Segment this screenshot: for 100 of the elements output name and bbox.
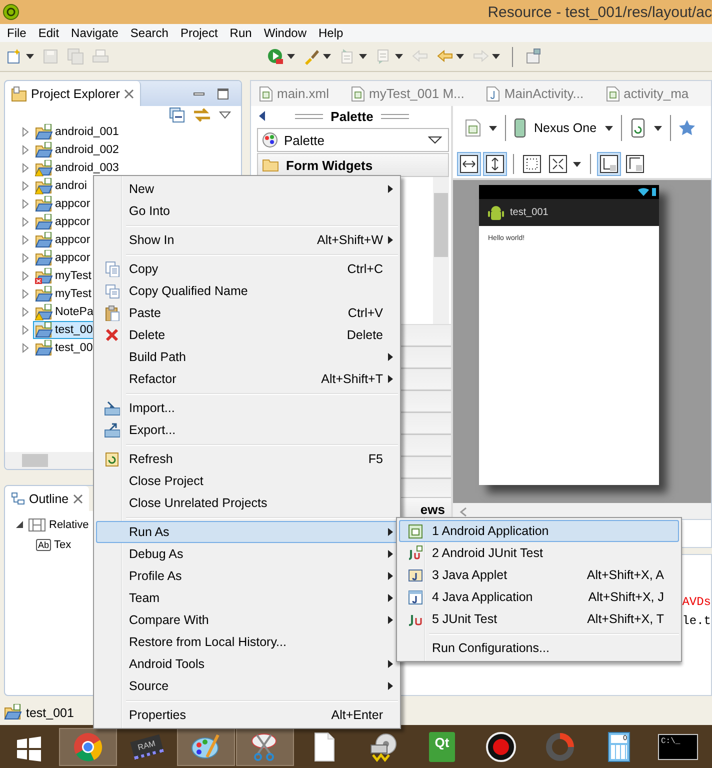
grip-icon[interactable] [294,114,323,118]
config-file-icon[interactable] [465,119,481,137]
scrollbar[interactable] [433,177,449,324]
menu-item[interactable]: 3 Java Applet Alt+Shift+X, A [399,564,679,586]
editor-tab[interactable]: MainActivity... [478,81,598,106]
menu-item[interactable]: Profile As [96,565,398,587]
menu-item[interactable]: 5 JUnit Test Alt+Shift+X, T [399,608,679,630]
menu-item[interactable]: Help [314,26,350,40]
menu-item[interactable]: Close Project [96,470,398,492]
tree-item[interactable]: android_003 [33,159,121,177]
palette-section[interactable]: Form Widgets [257,153,449,177]
expand-icon[interactable] [21,307,31,317]
toolbar-button[interactable] [265,46,297,67]
toggle-button[interactable] [520,152,544,176]
menu-item[interactable]: Compare With [96,609,398,631]
menu-item[interactable]: Debug As [96,543,398,565]
editor-tab[interactable]: main.xml [251,81,344,106]
toggle-button[interactable] [546,152,584,176]
menu-item[interactable]: Edit [33,26,66,40]
toggle-button[interactable] [483,152,507,176]
collapse-all-icon[interactable] [169,106,185,122]
expand-icon[interactable] [21,343,31,353]
caret-icon[interactable] [604,126,613,130]
toggle-button[interactable] [623,152,647,176]
expand-icon[interactable] [21,217,31,227]
menu-item[interactable]: Go Into [96,200,398,222]
menu-item[interactable]: Export... [96,419,398,441]
menu-item[interactable]: Paste Ctrl+V [96,302,398,324]
tree-item[interactable]: test_00 [33,321,95,339]
menu-item[interactable]: Run Configurations... [399,637,679,659]
tree-item[interactable]: appcor [33,195,92,213]
caret-icon[interactable] [573,162,581,166]
menu-item[interactable]: Window [258,26,314,40]
menu-item[interactable]: Android Tools [96,653,398,675]
expand-icon[interactable] [21,145,31,155]
menu-item[interactable]: Show In Alt+Shift+W [96,229,398,251]
taskbar-button[interactable] [59,728,117,766]
maximize-icon[interactable] [217,88,229,100]
menu-item[interactable]: Run As [96,521,398,543]
expand-icon[interactable] [21,127,31,137]
menu-item[interactable]: Refresh F5 [96,448,398,470]
tree-item[interactable]: appcor [33,249,92,267]
menu-item[interactable]: Source [96,675,398,697]
expand-icon[interactable] [21,253,31,263]
menu-item[interactable]: Refactor Alt+Shift+T [96,368,398,390]
view-menu-icon[interactable] [219,110,231,118]
menu-item[interactable]: Search [125,26,176,40]
menu-item[interactable]: Project [175,26,225,40]
view-tab[interactable]: Project Explorer [5,81,141,106]
editor-tab[interactable]: myTest_001 M... [343,81,478,106]
tree-item[interactable]: android_002 [33,141,121,159]
expand-icon[interactable] [21,235,31,245]
caret-icon[interactable] [654,126,662,130]
collapse-icon[interactable] [15,520,25,530]
tree-item[interactable]: androi [33,177,89,195]
menu-item[interactable]: 4 Java Application Alt+Shift+X, J [399,586,679,608]
tree-item[interactable]: myTest [33,285,94,303]
menu-item[interactable]: Copy Qualified Name [96,280,398,302]
expand-icon[interactable] [21,199,31,209]
collapse-palette-icon[interactable] [259,111,265,121]
grip-icon[interactable] [381,114,410,118]
menu-item[interactable]: New [96,178,398,200]
rotate-icon[interactable] [630,118,646,138]
tree-item[interactable]: myTest [33,267,94,285]
tree-item[interactable]: Relative [49,519,89,531]
menu-item[interactable]: Team [96,587,398,609]
view-tab[interactable]: Outline [5,486,89,511]
star-icon[interactable] [678,120,695,136]
menu-item[interactable]: Properties Alt+Enter [96,704,398,726]
menu-item[interactable]: Copy Ctrl+C [96,258,398,280]
menu-item[interactable]: Build Path [96,346,398,368]
device-dropdown[interactable]: Nexus One [514,118,613,138]
close-icon[interactable] [72,494,83,504]
tree-item[interactable]: appcor [33,213,92,231]
menu-item[interactable]: Import... [96,397,398,419]
expand-icon[interactable] [21,181,31,191]
caret-icon[interactable] [489,126,497,130]
tree-item[interactable]: NotePa [33,303,96,321]
expand-icon[interactable] [21,271,31,281]
taskbar-button[interactable] [177,728,235,766]
menu-item[interactable]: 2 Android JUnit Test [399,542,679,564]
menu-item[interactable]: Delete Delete [96,324,398,346]
menu-item[interactable]: Navigate [66,26,126,40]
tree-item[interactable]: appcor [33,231,92,249]
menu-item[interactable]: Close Unrelated Projects [96,492,398,514]
tree-item[interactable]: android_001 [33,123,121,141]
toggle-button[interactable] [597,152,621,176]
link-arrows-icon[interactable] [193,106,211,122]
expand-icon[interactable] [21,163,31,173]
close-icon[interactable] [124,88,134,98]
tree-item[interactable]: test_00 [33,339,95,357]
menu-item[interactable]: Run [224,26,259,40]
tree-item[interactable]: Tex [54,539,72,551]
expand-icon[interactable] [21,325,31,335]
taskbar-button[interactable]: RAM [118,728,176,766]
menu-item[interactable]: File [2,26,34,40]
taskbar-button[interactable]: C:\_ [649,728,707,766]
menu-item[interactable]: Restore from Local History... [96,631,398,653]
editor-tab[interactable]: activity_ma [598,81,703,106]
expand-icon[interactable] [21,289,31,299]
